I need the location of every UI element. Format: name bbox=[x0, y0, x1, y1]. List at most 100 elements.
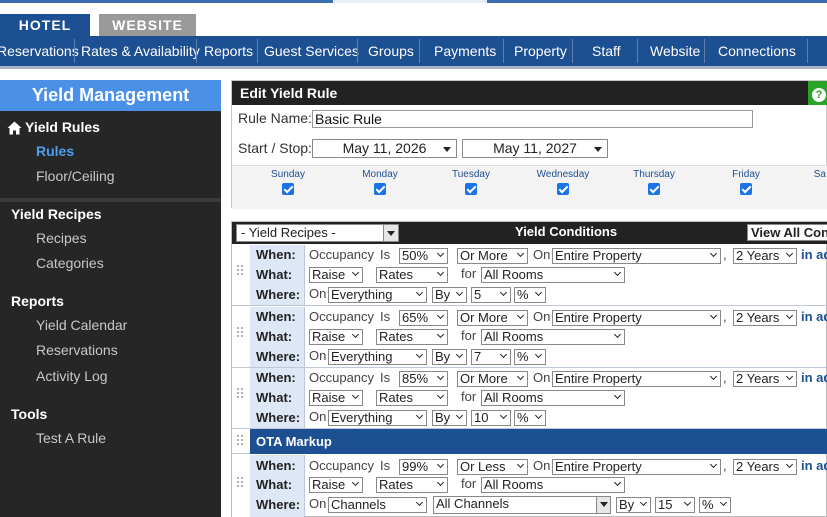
scope-select[interactable]: Entire Property bbox=[552, 310, 721, 326]
period-select[interactable]: 2 Years bbox=[733, 459, 797, 475]
checkbox-checked[interactable] bbox=[648, 183, 660, 195]
scope-select[interactable]: Entire Property bbox=[552, 459, 721, 475]
yield-recipes-select[interactable]: - Yield Recipes - bbox=[236, 224, 399, 242]
rule-name-input[interactable] bbox=[312, 110, 753, 128]
day-wednesday[interactable]: Wednesday bbox=[523, 169, 603, 195]
comparison-select[interactable]: Or More bbox=[457, 248, 528, 264]
target-select[interactable]: Rates bbox=[376, 329, 448, 345]
tab-hotel[interactable]: HOTEL bbox=[0, 14, 90, 36]
by-select[interactable]: By bbox=[432, 287, 467, 303]
scope-select[interactable]: Entire Property bbox=[552, 248, 721, 264]
comparison-select[interactable]: Or More bbox=[457, 310, 528, 326]
nav-payments[interactable]: Payments bbox=[434, 36, 496, 66]
apply-on-select[interactable]: Channels bbox=[328, 497, 427, 513]
occupancy-percent-select[interactable]: 50% bbox=[399, 248, 448, 264]
target-select[interactable]: Rates bbox=[376, 390, 448, 406]
comparison-select[interactable]: Or More bbox=[457, 371, 528, 387]
by-select[interactable]: By bbox=[616, 497, 651, 513]
nav-reports[interactable]: Reports bbox=[204, 36, 253, 66]
checkbox-checked[interactable] bbox=[465, 183, 477, 195]
chevron-down-icon bbox=[710, 464, 717, 469]
day-tuesday[interactable]: Tuesday bbox=[431, 169, 511, 195]
day-monday[interactable]: Monday bbox=[340, 169, 420, 195]
chevron-down-icon bbox=[786, 376, 793, 381]
occupancy-percent-select[interactable]: 65% bbox=[399, 310, 448, 326]
amount-select[interactable]: 7 bbox=[471, 349, 511, 365]
channels-select[interactable]: All Channels bbox=[433, 496, 611, 514]
rooms-select[interactable]: All Rooms bbox=[481, 477, 625, 493]
scope-select[interactable]: Entire Property bbox=[552, 371, 721, 387]
occupancy-label: Occupancy bbox=[309, 370, 375, 385]
sidebar-item-test-a-rule[interactable]: Test A Rule bbox=[36, 430, 106, 446]
occupancy-percent-select[interactable]: 99% bbox=[399, 459, 448, 475]
amount-select[interactable]: 10 bbox=[471, 410, 511, 426]
help-button[interactable]: ? bbox=[808, 81, 827, 105]
for-label: for bbox=[461, 476, 477, 491]
day-thursday[interactable]: Thursday bbox=[614, 169, 694, 195]
nav-staff[interactable]: Staff bbox=[592, 36, 621, 66]
start-date-select[interactable]: May 11, 2026 bbox=[312, 139, 457, 158]
drag-handle[interactable] bbox=[232, 245, 250, 305]
rooms-select[interactable]: All Rooms bbox=[481, 267, 625, 283]
drag-handle[interactable] bbox=[232, 429, 250, 453]
action-select[interactable]: Raise bbox=[309, 267, 363, 283]
nav-reservations[interactable]: Reservations bbox=[0, 36, 79, 66]
stop-date-select[interactable]: May 11, 2027 bbox=[462, 139, 608, 158]
by-select[interactable]: By bbox=[432, 410, 467, 426]
sidebar-item-floor-ceiling[interactable]: Floor/Ceiling bbox=[36, 168, 115, 184]
checkbox-checked[interactable] bbox=[557, 183, 569, 195]
checkbox-checked[interactable] bbox=[740, 183, 752, 195]
sidebar-item-reservations[interactable]: Reservations bbox=[36, 342, 118, 358]
apply-on-select[interactable]: Everything bbox=[328, 410, 427, 426]
sidebar-heading-yield-recipes[interactable]: Yield Recipes bbox=[11, 206, 102, 222]
drag-handle[interactable] bbox=[232, 455, 250, 517]
drag-handle[interactable] bbox=[232, 368, 250, 428]
apply-on-select[interactable]: Everything bbox=[328, 287, 427, 303]
by-select[interactable]: By bbox=[432, 349, 467, 365]
sidebar-item-activity-log[interactable]: Activity Log bbox=[36, 368, 108, 384]
nav-rates-availability[interactable]: Rates & Availability bbox=[81, 36, 200, 66]
nav-website[interactable]: Website bbox=[650, 36, 700, 66]
nav-groups[interactable]: Groups bbox=[368, 36, 414, 66]
target-select[interactable]: Rates bbox=[376, 267, 448, 283]
period-select[interactable]: 2 Years bbox=[733, 371, 797, 387]
action-select[interactable]: Raise bbox=[309, 390, 363, 406]
sidebar-item-recipes[interactable]: Recipes bbox=[36, 230, 87, 246]
day-sunday[interactable]: Sunday bbox=[248, 169, 328, 195]
tab-website[interactable]: WEBSITE bbox=[99, 14, 196, 36]
apply-on-select[interactable]: Everything bbox=[328, 349, 427, 365]
nav-property[interactable]: Property bbox=[514, 36, 567, 66]
target-select[interactable]: Rates bbox=[376, 477, 448, 493]
sidebar-item-categories[interactable]: Categories bbox=[36, 255, 104, 271]
unit-select[interactable]: % bbox=[514, 349, 546, 365]
amount-select[interactable]: 5 bbox=[471, 287, 511, 303]
sidebar-heading-reports[interactable]: Reports bbox=[11, 293, 64, 309]
unit-select[interactable]: % bbox=[514, 410, 546, 426]
action-select[interactable]: Raise bbox=[309, 329, 363, 345]
rooms-select[interactable]: All Rooms bbox=[481, 329, 625, 345]
condition-keys: When: What: Where: bbox=[250, 307, 305, 367]
checkbox-checked[interactable] bbox=[282, 183, 294, 195]
sidebar-heading-tools[interactable]: Tools bbox=[11, 406, 47, 422]
comma-text: , bbox=[723, 309, 727, 324]
nav-connections[interactable]: Connections bbox=[718, 36, 796, 66]
unit-select[interactable]: % bbox=[699, 497, 731, 513]
sidebar-item-yield-calendar[interactable]: Yield Calendar bbox=[36, 317, 127, 333]
nav-guest-services[interactable]: Guest Services bbox=[264, 36, 359, 66]
select-value: Entire Property bbox=[555, 310, 642, 325]
day-friday[interactable]: Friday bbox=[706, 169, 786, 195]
occupancy-percent-select[interactable]: 85% bbox=[399, 371, 448, 387]
period-select[interactable]: 2 Years bbox=[733, 310, 797, 326]
period-select[interactable]: 2 Years bbox=[733, 248, 797, 264]
action-select[interactable]: Raise bbox=[309, 477, 363, 493]
amount-select[interactable]: 15 bbox=[655, 497, 695, 513]
view-all-conditions-button[interactable]: View All Con bbox=[747, 224, 827, 241]
comparison-select[interactable]: Or Less bbox=[457, 459, 528, 475]
sidebar-item-rules[interactable]: Rules bbox=[36, 143, 74, 159]
unit-select[interactable]: % bbox=[514, 287, 546, 303]
checkbox-checked[interactable] bbox=[374, 183, 386, 195]
drag-handle[interactable] bbox=[232, 307, 250, 367]
day-saturday[interactable]: Sa bbox=[786, 169, 826, 180]
sidebar-heading-yield-rules[interactable]: Yield Rules bbox=[25, 119, 100, 135]
rooms-select[interactable]: All Rooms bbox=[481, 390, 625, 406]
